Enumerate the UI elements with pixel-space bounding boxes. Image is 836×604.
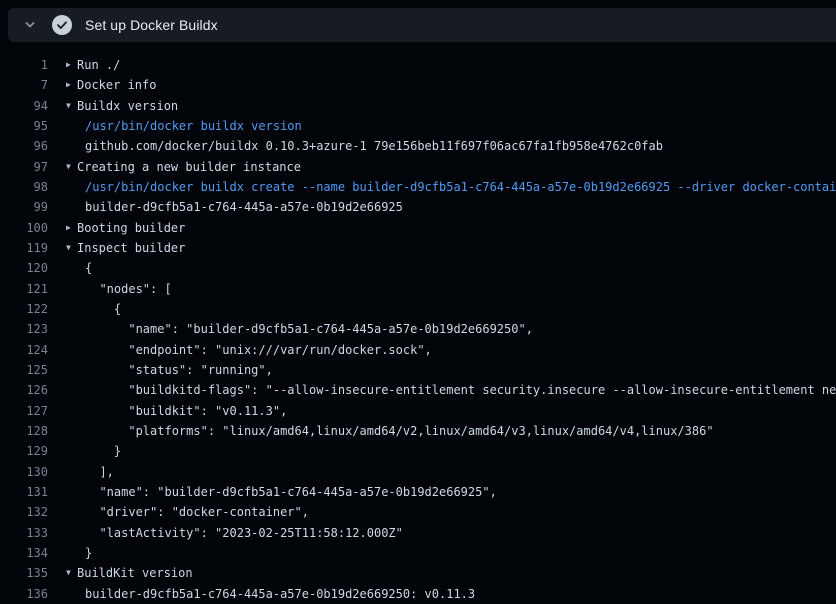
output-text: } — [85, 546, 92, 560]
log-group-header[interactable]: 1 ▶Run ./ — [0, 55, 836, 75]
group-title: Inspect builder — [77, 241, 185, 255]
output-text: builder-d9cfb5a1-c764-445a-a57e-0b19d2e6… — [85, 200, 403, 214]
line-number[interactable]: 1 — [0, 58, 48, 72]
line-number[interactable]: 100 — [0, 221, 48, 235]
log-line: 123 "name": "builder-d9cfb5a1-c764-445a-… — [0, 319, 836, 339]
line-number[interactable]: 119 — [0, 241, 48, 255]
line-number[interactable]: 126 — [0, 383, 48, 397]
output-text: github.com/docker/buildx 0.10.3+azure-1 … — [85, 139, 663, 153]
log-group-header[interactable]: 119 ▼Inspect builder — [0, 238, 836, 258]
line-number[interactable]: 123 — [0, 322, 48, 336]
output-text: } — [85, 444, 121, 458]
check-circle-icon — [52, 15, 72, 35]
line-number[interactable]: 7 — [0, 78, 48, 92]
line-number[interactable]: 122 — [0, 302, 48, 316]
output-text: "lastActivity": "2023-02-25T11:58:12.000… — [85, 526, 403, 540]
log-group-header[interactable]: 100 ▶Booting builder — [0, 218, 836, 238]
group-title: Buildx version — [77, 99, 178, 113]
group-title: Run ./ — [77, 58, 120, 72]
output-text: "buildkitd-flags": "--allow-insecure-ent… — [85, 383, 836, 397]
group-title: BuildKit version — [77, 566, 193, 580]
line-number[interactable]: 132 — [0, 505, 48, 519]
line-number[interactable]: 97 — [0, 160, 48, 174]
log-line: 129 } — [0, 441, 836, 461]
output-text: { — [85, 302, 121, 316]
log-line: 120 { — [0, 258, 836, 278]
output-text: "endpoint": "unix:///var/run/docker.sock… — [85, 343, 432, 357]
line-number[interactable]: 135 — [0, 566, 48, 580]
line-number[interactable]: 99 — [0, 200, 48, 214]
triangle-down-icon: ▼ — [66, 163, 77, 171]
group-title: Booting builder — [77, 221, 185, 235]
log-line: 128 "platforms": "linux/amd64,linux/amd6… — [0, 421, 836, 441]
log-line: 130 ], — [0, 462, 836, 482]
output-text: "buildkit": "v0.11.3", — [85, 404, 287, 418]
line-number[interactable]: 94 — [0, 99, 48, 113]
output-text: "name": "builder-d9cfb5a1-c764-445a-a57e… — [85, 322, 533, 336]
output-text: "nodes": [ — [85, 282, 172, 296]
triangle-down-icon: ▼ — [66, 102, 77, 110]
line-number[interactable]: 120 — [0, 261, 48, 275]
step-title: Set up Docker Buildx — [85, 17, 218, 33]
log-line: 134} — [0, 543, 836, 563]
line-number[interactable]: 127 — [0, 404, 48, 418]
output-text: "platforms": "linux/amd64,linux/amd64/v2… — [85, 424, 714, 438]
step-header[interactable]: Set up Docker Buildx — [8, 8, 836, 42]
command-text: /usr/bin/docker buildx version — [85, 119, 302, 133]
log-line: 99 builder-d9cfb5a1-c764-445a-a57e-0b19d2… — [0, 197, 836, 217]
output-text: builder-d9cfb5a1-c764-445a-a57e-0b19d2e6… — [85, 587, 475, 601]
log-line: 98/usr/bin/docker buildx create --name b… — [0, 177, 836, 197]
line-number[interactable]: 133 — [0, 526, 48, 540]
line-number[interactable]: 124 — [0, 343, 48, 357]
log-group-header[interactable]: 94 ▼Buildx version — [0, 96, 836, 116]
log-line: 131 "name": "builder-d9cfb5a1-c764-445a-… — [0, 482, 836, 502]
log-line: 122 { — [0, 299, 836, 319]
output-text: { — [85, 261, 92, 275]
output-text: "name": "builder-d9cfb5a1-c764-445a-a57e… — [85, 485, 497, 499]
log-group-header[interactable]: 97 ▼Creating a new builder instance — [0, 157, 836, 177]
line-number[interactable]: 131 — [0, 485, 48, 499]
line-number[interactable]: 125 — [0, 363, 48, 377]
triangle-right-icon: ▶ — [66, 61, 77, 69]
triangle-right-icon: ▶ — [66, 81, 77, 89]
log-line: 127 "buildkit": "v0.11.3", — [0, 401, 836, 421]
triangle-right-icon: ▶ — [66, 224, 77, 232]
log-line: 136 builder-d9cfb5a1-c764-445a-a57e-0b19d… — [0, 584, 836, 604]
line-number[interactable]: 129 — [0, 444, 48, 458]
log-line: 96 github.com/docker/buildx 0.10.3+azure-… — [0, 136, 836, 156]
line-number[interactable]: 95 — [0, 119, 48, 133]
log-line: 95/usr/bin/docker buildx version — [0, 116, 836, 136]
log-line: 121 "nodes": [ — [0, 279, 836, 299]
output-text: ], — [85, 465, 114, 479]
line-number[interactable]: 130 — [0, 465, 48, 479]
chevron-down-icon[interactable] — [23, 18, 37, 32]
triangle-down-icon: ▼ — [66, 569, 77, 577]
log-line: 125 "status": "running", — [0, 360, 836, 380]
line-number[interactable]: 98 — [0, 180, 48, 194]
log-line: 126 "buildkitd-flags": "--allow-insecure… — [0, 380, 836, 400]
log-group-header[interactable]: 7 ▶Docker info — [0, 75, 836, 95]
output-text: "driver": "docker-container", — [85, 505, 309, 519]
log-line: 124 "endpoint": "unix:///var/run/docker.… — [0, 340, 836, 360]
log-group-header[interactable]: 135 ▼BuildKit version — [0, 563, 836, 583]
line-number[interactable]: 121 — [0, 282, 48, 296]
output-text: "status": "running", — [85, 363, 273, 377]
group-title: Docker info — [77, 78, 156, 92]
log-lines: 1▶Run ./7▶Docker info94▼Buildx version95… — [0, 55, 836, 604]
line-number[interactable]: 134 — [0, 546, 48, 560]
line-number[interactable]: 136 — [0, 587, 48, 601]
line-number[interactable]: 96 — [0, 139, 48, 153]
line-number[interactable]: 128 — [0, 424, 48, 438]
triangle-down-icon: ▼ — [66, 244, 77, 252]
log-container: 1▶Run ./7▶Docker info94▼Buildx version95… — [0, 42, 836, 604]
log-line: 133 "lastActivity": "2023-02-25T11:58:12… — [0, 523, 836, 543]
log-line: 132 "driver": "docker-container", — [0, 502, 836, 522]
command-text: /usr/bin/docker buildx create --name bui… — [85, 180, 836, 194]
group-title: Creating a new builder instance — [77, 160, 301, 174]
